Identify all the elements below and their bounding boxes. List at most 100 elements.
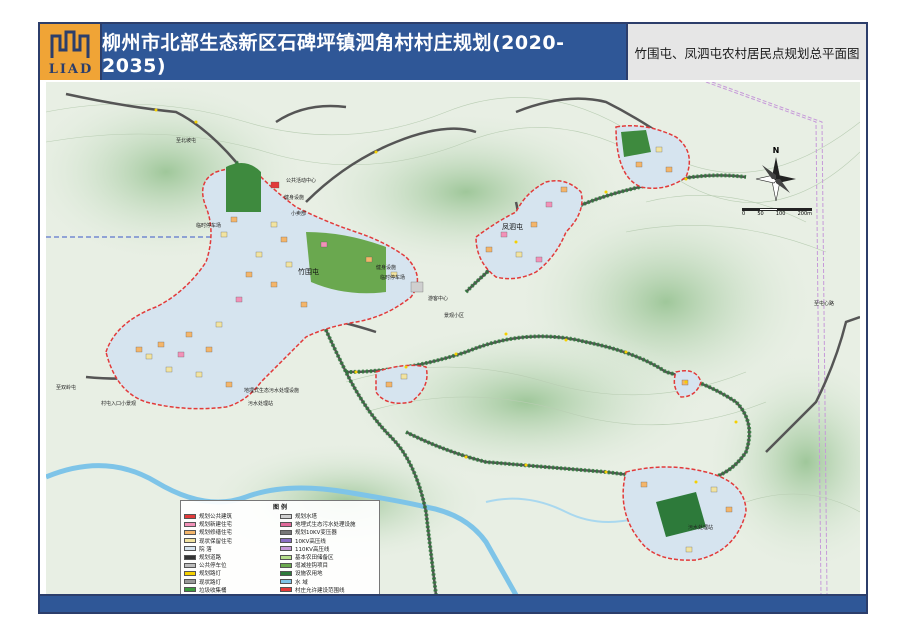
- legend-title: 图 例: [272, 504, 288, 511]
- legend-label: 10KV高压线: [295, 538, 326, 545]
- legend-item: 规划路灯: [184, 569, 280, 577]
- logo-text: LIAD: [48, 62, 94, 77]
- legend-swatch: [280, 579, 292, 585]
- legend-label: 规划新建住宅: [199, 522, 233, 529]
- north-letter: N: [772, 146, 780, 155]
- legend-swatch: [280, 587, 292, 593]
- legend-item: 规划修缮住宅: [184, 528, 280, 536]
- legend-swatch: [184, 538, 196, 544]
- legend-label: 水 域: [295, 579, 308, 586]
- legend-swatch: [280, 538, 292, 544]
- legend-swatch: [280, 562, 292, 568]
- legend-label: 设施农用地: [295, 571, 323, 578]
- legend-item: 规划水塔: [280, 512, 376, 520]
- scale-label: 0: [742, 211, 746, 217]
- legend-swatch: [280, 529, 292, 535]
- compass-rose-icon: [755, 157, 796, 202]
- label-zhuwei: 竹围屯: [298, 268, 319, 276]
- legend-swatch: [184, 554, 196, 560]
- map-svg: [46, 82, 860, 595]
- legend-left-column: 规划公共建筑 规划新建住宅 规划修缮住宅 现状保留住宅院 落规划道路 公共停车位 规划路灯…: [184, 512, 280, 594]
- legend-swatch: [280, 554, 292, 560]
- legend-swatch: [184, 529, 196, 535]
- legend-swatch: [184, 570, 196, 576]
- label-shop: 小卖部: [291, 211, 307, 217]
- label-fengsi: 凤泗屯: [502, 223, 523, 231]
- scale-label: 100: [775, 211, 786, 217]
- legend-right-column: 规划水塔 地埋式生态污水处理设施 规划10KV变压器 10KV高压线 110KV高压线基…: [280, 512, 376, 594]
- legend-item: 院 落: [184, 545, 280, 553]
- legend-label: 村庄允许建设范围线: [295, 587, 345, 594]
- legend-label: 公共停车位: [199, 563, 227, 570]
- label-road-east: 至屯心路: [814, 301, 835, 307]
- legend-label: 现状保留住宅: [199, 538, 233, 545]
- label-parking-mid: 临时停车场: [380, 275, 406, 281]
- legend-label: 规划道路: [199, 555, 222, 562]
- label-sewage-se: 污水处理站: [688, 525, 714, 531]
- legend-swatch: [184, 546, 196, 552]
- legend-item: 公共停车位: [184, 561, 280, 569]
- legend-item: 10KV高压线: [280, 537, 376, 545]
- legend-item: 规划公共建筑: [184, 512, 280, 520]
- label-treatment: 地埋式生态污水处理设施: [244, 388, 300, 394]
- legend-swatch: [280, 546, 292, 552]
- legend-item: 基本农田储备区: [280, 553, 376, 561]
- legend-item: 规划道路: [184, 553, 280, 561]
- map-frame: LIAD 柳州市北部生态新区石碑坪镇泗角村村庄规划(2020-2035) 竹围屯…: [38, 22, 868, 614]
- legend-item: 现状路灯: [184, 578, 280, 586]
- label-fitness2: 健身设施: [376, 265, 397, 271]
- legend-label: 增减挂钩项目: [295, 563, 329, 570]
- legend-item: 规划新建住宅: [184, 520, 280, 528]
- label-tourist: 游客中心: [428, 296, 449, 302]
- legend: 图 例 规划公共建筑 规划新建住宅 规划修缮住宅 现状保留住宅院 落规划道路 公共停车位…: [180, 500, 380, 595]
- legend-swatch: [184, 579, 196, 585]
- label-sewage: 污水处理站: [248, 401, 274, 407]
- header: LIAD 柳州市北部生态新区石碑坪镇泗角村村庄规划(2020-2035) 竹围屯…: [40, 24, 866, 80]
- legend-item: 地埋式生态污水处理设施: [280, 520, 376, 528]
- title-bar: 柳州市北部生态新区石碑坪镇泗角村村庄规划(2020-2035): [102, 24, 628, 80]
- legend-label: 规划修缮住宅: [199, 530, 233, 537]
- legend-label: 规划水塔: [295, 514, 318, 521]
- legend-swatch: [280, 513, 292, 519]
- north-arrow: N: [754, 146, 798, 206]
- legend-item: 现状保留住宅: [184, 537, 280, 545]
- footer-bar: [40, 594, 866, 612]
- legend-label: 院 落: [199, 546, 212, 553]
- legend-label: 垃圾收集桶: [199, 587, 227, 594]
- label-fitness1: 健身设施: [284, 195, 305, 201]
- scale-label: 200m: [797, 211, 812, 217]
- legend-item: 110KV高压线: [280, 545, 376, 553]
- legend-item: 水 域: [280, 578, 376, 586]
- label-entrance-west: 村屯入口小景观: [101, 401, 137, 407]
- legend-item: 设施农用地: [280, 569, 376, 577]
- logo: LIAD: [40, 24, 102, 80]
- map-canvas[interactable]: 竹围屯 凤泗屯 公共活动中心 健身设施 临时停车场 小卖部 健身设施 临时停车场…: [46, 82, 860, 595]
- label-parking-west: 临时停车场: [196, 223, 222, 229]
- legend-swatch: [184, 587, 196, 593]
- scale-bar: 0 50 100 200m: [742, 208, 812, 222]
- legend-item: 规划10KV变压器: [280, 528, 376, 536]
- legend-swatch: [280, 521, 292, 527]
- legend-item: 增减挂钩项目: [280, 561, 376, 569]
- legend-label: 规划公共建筑: [199, 514, 233, 521]
- legend-label: 110KV高压线: [295, 546, 330, 553]
- legend-swatch: [184, 513, 196, 519]
- legend-label: 现状路灯: [199, 579, 222, 586]
- subtitle-box: 竹围屯、凤泗屯农村居民点规划总平面图: [628, 24, 866, 80]
- legend-label: 地埋式生态污水处理设施: [295, 522, 356, 529]
- label-public-center: 公共活动中心: [286, 178, 317, 184]
- legend-item: 村庄允许建设范围线: [280, 586, 376, 594]
- label-scenic: 景观小区: [444, 313, 465, 319]
- map-title: 柳州市北部生态新区石碑坪镇泗角村村庄规划(2020-2035): [102, 31, 565, 77]
- map-subtitle: 竹围屯、凤泗屯农村居民点规划总平面图: [634, 45, 860, 61]
- legend-swatch: [280, 570, 292, 576]
- logo-icon: [50, 30, 90, 58]
- scale-label: 50: [757, 211, 764, 217]
- label-road-west: 至双岭屯: [56, 385, 77, 391]
- legend-label: 基本农田储备区: [295, 555, 334, 562]
- legend-label: 规划10KV变压器: [295, 530, 337, 537]
- legend-item: 垃圾收集桶: [184, 586, 280, 594]
- legend-label: 规划路灯: [199, 571, 222, 578]
- legend-swatch: [184, 562, 196, 568]
- legend-swatch: [184, 521, 196, 527]
